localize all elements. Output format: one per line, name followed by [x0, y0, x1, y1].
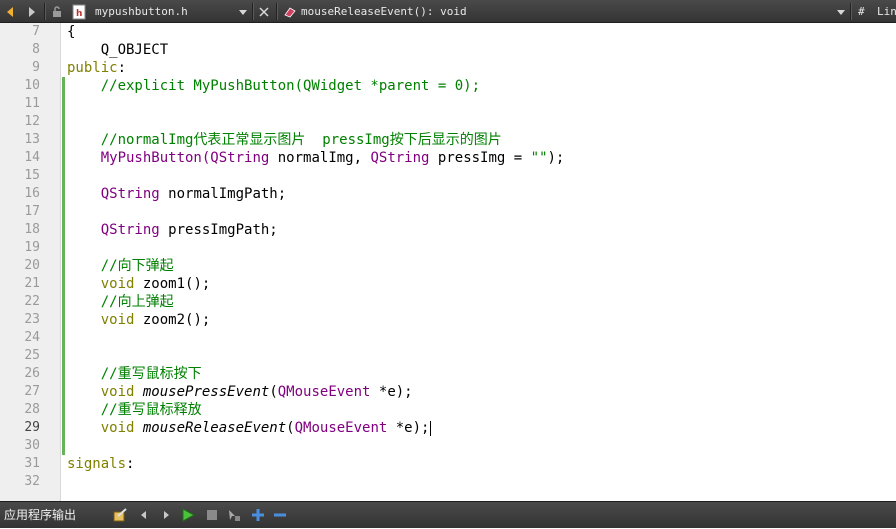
- previous-arrow-icon[interactable]: [136, 507, 152, 523]
- line-number: 12: [24, 114, 40, 129]
- code-line-13[interactable]: //normalImg代表正常显示图片 pressImg按下后显示的图片: [67, 131, 502, 149]
- change-marker: [62, 401, 65, 419]
- attach-debugger-icon[interactable]: [226, 507, 242, 523]
- line-number: 30: [24, 438, 40, 453]
- line-number: 22: [24, 294, 40, 309]
- change-marker: [62, 131, 65, 149]
- line-number: 10: [24, 78, 40, 93]
- change-marker: [62, 293, 65, 311]
- run-icon[interactable]: [180, 507, 196, 523]
- change-marker: [62, 437, 65, 455]
- change-marker: [62, 419, 65, 437]
- code-line-7[interactable]: {: [67, 23, 75, 41]
- code-line-16[interactable]: QString normalImgPath;: [67, 185, 286, 203]
- text-cursor: [430, 420, 432, 436]
- change-marker: [62, 329, 65, 347]
- line-number: 32: [24, 474, 40, 489]
- change-marker: [62, 203, 65, 221]
- line-number: 21: [24, 276, 40, 291]
- line-number: 27: [24, 384, 40, 399]
- edit-attach-icon[interactable]: [112, 507, 128, 523]
- change-marker: [62, 167, 65, 185]
- code-line-31[interactable]: signals:: [67, 455, 134, 473]
- line-number: 9: [32, 60, 40, 75]
- code-editor[interactable]: 7 8 9 10 11 12 13 14 15 16 17 18 19 20 2…: [0, 23, 896, 501]
- change-marker: [62, 239, 65, 257]
- line-number: 23: [24, 312, 40, 327]
- function-name: mouseReleaseEvent(): void: [301, 5, 467, 18]
- line-number: 26: [24, 366, 40, 381]
- change-marker: [62, 365, 65, 383]
- line-number: 11: [24, 96, 40, 111]
- svg-text:h: h: [76, 9, 82, 19]
- file-dropdown-chevron-icon[interactable]: [238, 0, 248, 23]
- line-number: 13: [24, 132, 40, 147]
- line-number: 14: [24, 150, 40, 165]
- line-number: 25: [24, 348, 40, 363]
- forward-arrow-icon[interactable]: [24, 0, 38, 23]
- function-icon: [283, 0, 297, 23]
- code-line-9[interactable]: public:: [67, 59, 126, 77]
- file-name: mypushbutton.h: [95, 5, 188, 18]
- code-line-18[interactable]: QString pressImgPath;: [67, 221, 278, 239]
- change-marker: [62, 347, 65, 365]
- output-toolbar: 应用程序输出: [0, 501, 896, 528]
- line-number: 24: [24, 330, 40, 345]
- change-marker: [62, 185, 65, 203]
- code-line-10[interactable]: //explicit MyPushButton(QWidget *parent …: [67, 77, 480, 95]
- code-line-28[interactable]: //重写鼠标释放: [67, 401, 202, 419]
- change-marker: [62, 221, 65, 239]
- hash-symbol: #: [858, 5, 865, 18]
- code-line-20[interactable]: //向下弹起: [67, 257, 174, 275]
- line-number-current: 29: [24, 420, 40, 435]
- stop-icon[interactable]: [204, 507, 220, 523]
- change-marker: [62, 275, 65, 293]
- line-number: 18: [24, 222, 40, 237]
- close-file-icon[interactable]: [258, 0, 270, 23]
- function-dropdown-chevron-icon[interactable]: [836, 0, 846, 23]
- line-number: 28: [24, 402, 40, 417]
- application-output-tab[interactable]: 应用程序输出: [4, 502, 76, 529]
- function-selector[interactable]: mouseReleaseEvent(): void: [301, 0, 821, 23]
- line-number: 31: [24, 456, 40, 471]
- zoom-in-plus-icon[interactable]: [250, 507, 266, 523]
- file-selector[interactable]: mypushbutton.h: [95, 0, 245, 23]
- line-number: 19: [24, 240, 40, 255]
- change-marker: [62, 311, 65, 329]
- code-line-22[interactable]: //向上弹起: [67, 293, 174, 311]
- change-marker: [62, 77, 65, 95]
- line-column-label[interactable]: Lin: [877, 0, 896, 23]
- change-marker: [62, 257, 65, 275]
- line-number: 20: [24, 258, 40, 273]
- line-number: 15: [24, 168, 40, 183]
- line-number: 17: [24, 204, 40, 219]
- change-marker: [62, 149, 65, 167]
- change-marker: [62, 95, 65, 113]
- zoom-out-minus-icon[interactable]: [272, 507, 288, 523]
- line-number: 8: [32, 42, 40, 57]
- code-line-29[interactable]: void mouseReleaseEvent(QMouseEvent *e);: [67, 419, 432, 437]
- code-line-8[interactable]: Q_OBJECT: [67, 41, 168, 59]
- code-line-23[interactable]: void zoom2();: [67, 311, 211, 329]
- line-number: 7: [32, 24, 40, 39]
- code-line-27[interactable]: void mousePressEvent(QMouseEvent *e);: [67, 383, 413, 401]
- header-file-icon: h: [72, 0, 86, 23]
- code-line-21[interactable]: void zoom1();: [67, 275, 211, 293]
- editor-toolbar: h mypushbutton.h mouseReleaseEvent(): vo…: [0, 0, 896, 23]
- next-arrow-icon[interactable]: [158, 507, 174, 523]
- change-marker: [62, 113, 65, 131]
- code-line-14[interactable]: MyPushButton(QString normalImg, QString …: [67, 149, 565, 167]
- back-arrow-icon[interactable]: [4, 0, 18, 23]
- code-line-26[interactable]: //重写鼠标按下: [67, 365, 202, 383]
- change-marker: [62, 383, 65, 401]
- line-number: 16: [24, 186, 40, 201]
- lock-icon[interactable]: [50, 0, 64, 23]
